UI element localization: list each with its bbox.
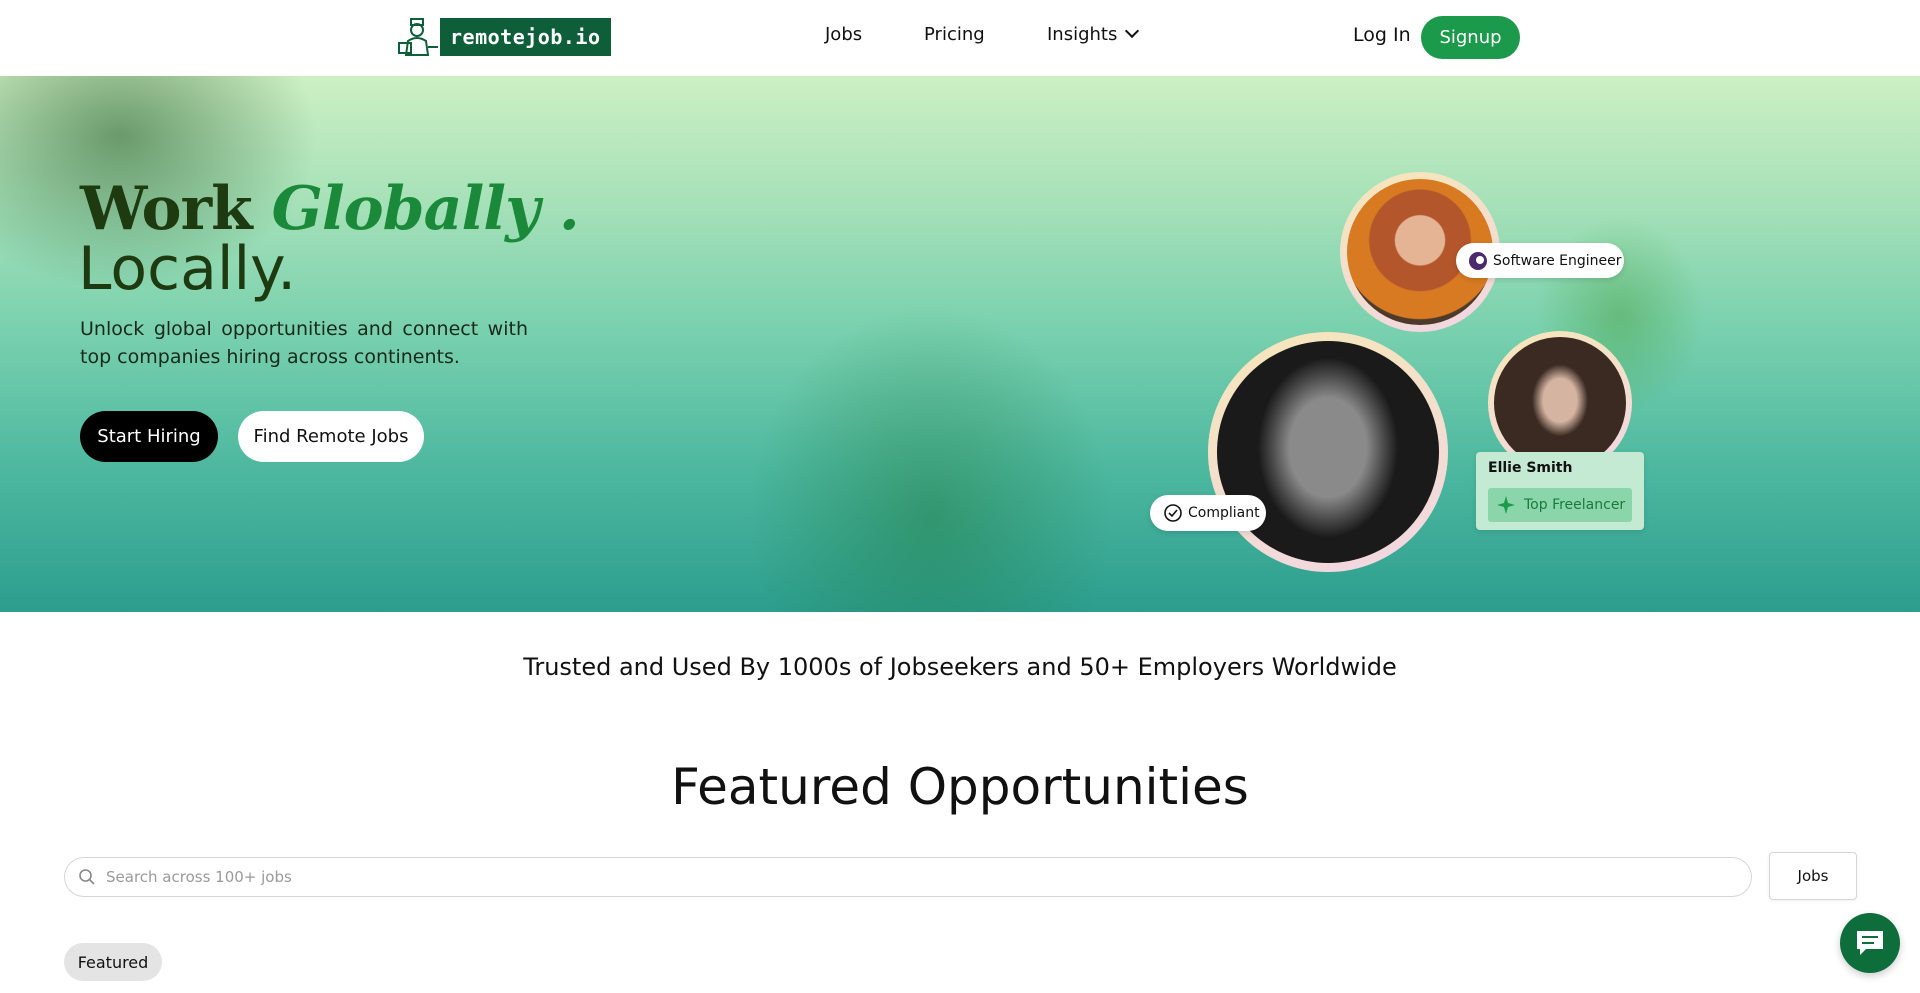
jobs-filter-button[interactable]: Jobs <box>1769 852 1857 900</box>
chat-icon <box>1857 931 1883 955</box>
nav-insights-label: Insights <box>1047 24 1118 45</box>
hero-title-line2: Locally. <box>78 234 297 304</box>
search-input[interactable] <box>104 867 1708 887</box>
chat-button[interactable] <box>1840 913 1900 973</box>
software-engineer-label: Software Engineer <box>1493 252 1622 269</box>
top-freelancer-badge: Top Freelancer <box>1488 488 1632 522</box>
featured-chip[interactable]: Featured <box>64 943 162 981</box>
check-circle-icon <box>1164 504 1182 522</box>
compliant-label: Compliant <box>1188 505 1260 521</box>
site-header: remotejob.io Jobs Pricing Insights Log I… <box>0 0 1920 77</box>
nav-pricing[interactable]: Pricing <box>924 24 985 45</box>
top-freelancer-label: Top Freelancer <box>1524 497 1626 513</box>
hero-subtitle: Unlock global opportunities and connect … <box>80 318 528 368</box>
featured-title: Featured Opportunities <box>671 758 1249 816</box>
software-engineer-tag: Software Engineer <box>1456 243 1624 278</box>
logo[interactable]: remotejob.io <box>398 17 611 57</box>
compliant-tag: Compliant <box>1150 495 1266 531</box>
hero-title-emphasis: Globally . <box>271 174 580 244</box>
logo-text: remotejob.io <box>440 18 611 56</box>
signup-button[interactable]: Signup <box>1421 16 1520 59</box>
nav-jobs[interactable]: Jobs <box>825 24 862 45</box>
start-hiring-button[interactable]: Start Hiring <box>80 411 218 462</box>
logo-mascot-icon <box>398 18 438 56</box>
brand-circle-icon <box>1469 251 1487 270</box>
freelancer-card: Ellie Smith Top Freelancer <box>1476 452 1644 530</box>
search-icon <box>79 869 95 885</box>
nav-insights[interactable]: Insights <box>1047 23 1140 45</box>
sparkle-icon <box>1497 496 1515 514</box>
find-remote-jobs-button[interactable]: Find Remote Jobs <box>238 411 424 462</box>
freelancer-name: Ellie Smith <box>1488 460 1573 476</box>
login-link[interactable]: Log In <box>1353 24 1411 46</box>
chevron-down-icon <box>1125 23 1140 39</box>
trusted-banner: Trusted and Used By 1000s of Jobseekers … <box>523 653 1397 681</box>
avatar-ellie-smith <box>1494 337 1626 469</box>
job-search-bar[interactable] <box>64 857 1752 897</box>
hero-section: Work Globally . Locally. Unlock global o… <box>0 76 1920 612</box>
